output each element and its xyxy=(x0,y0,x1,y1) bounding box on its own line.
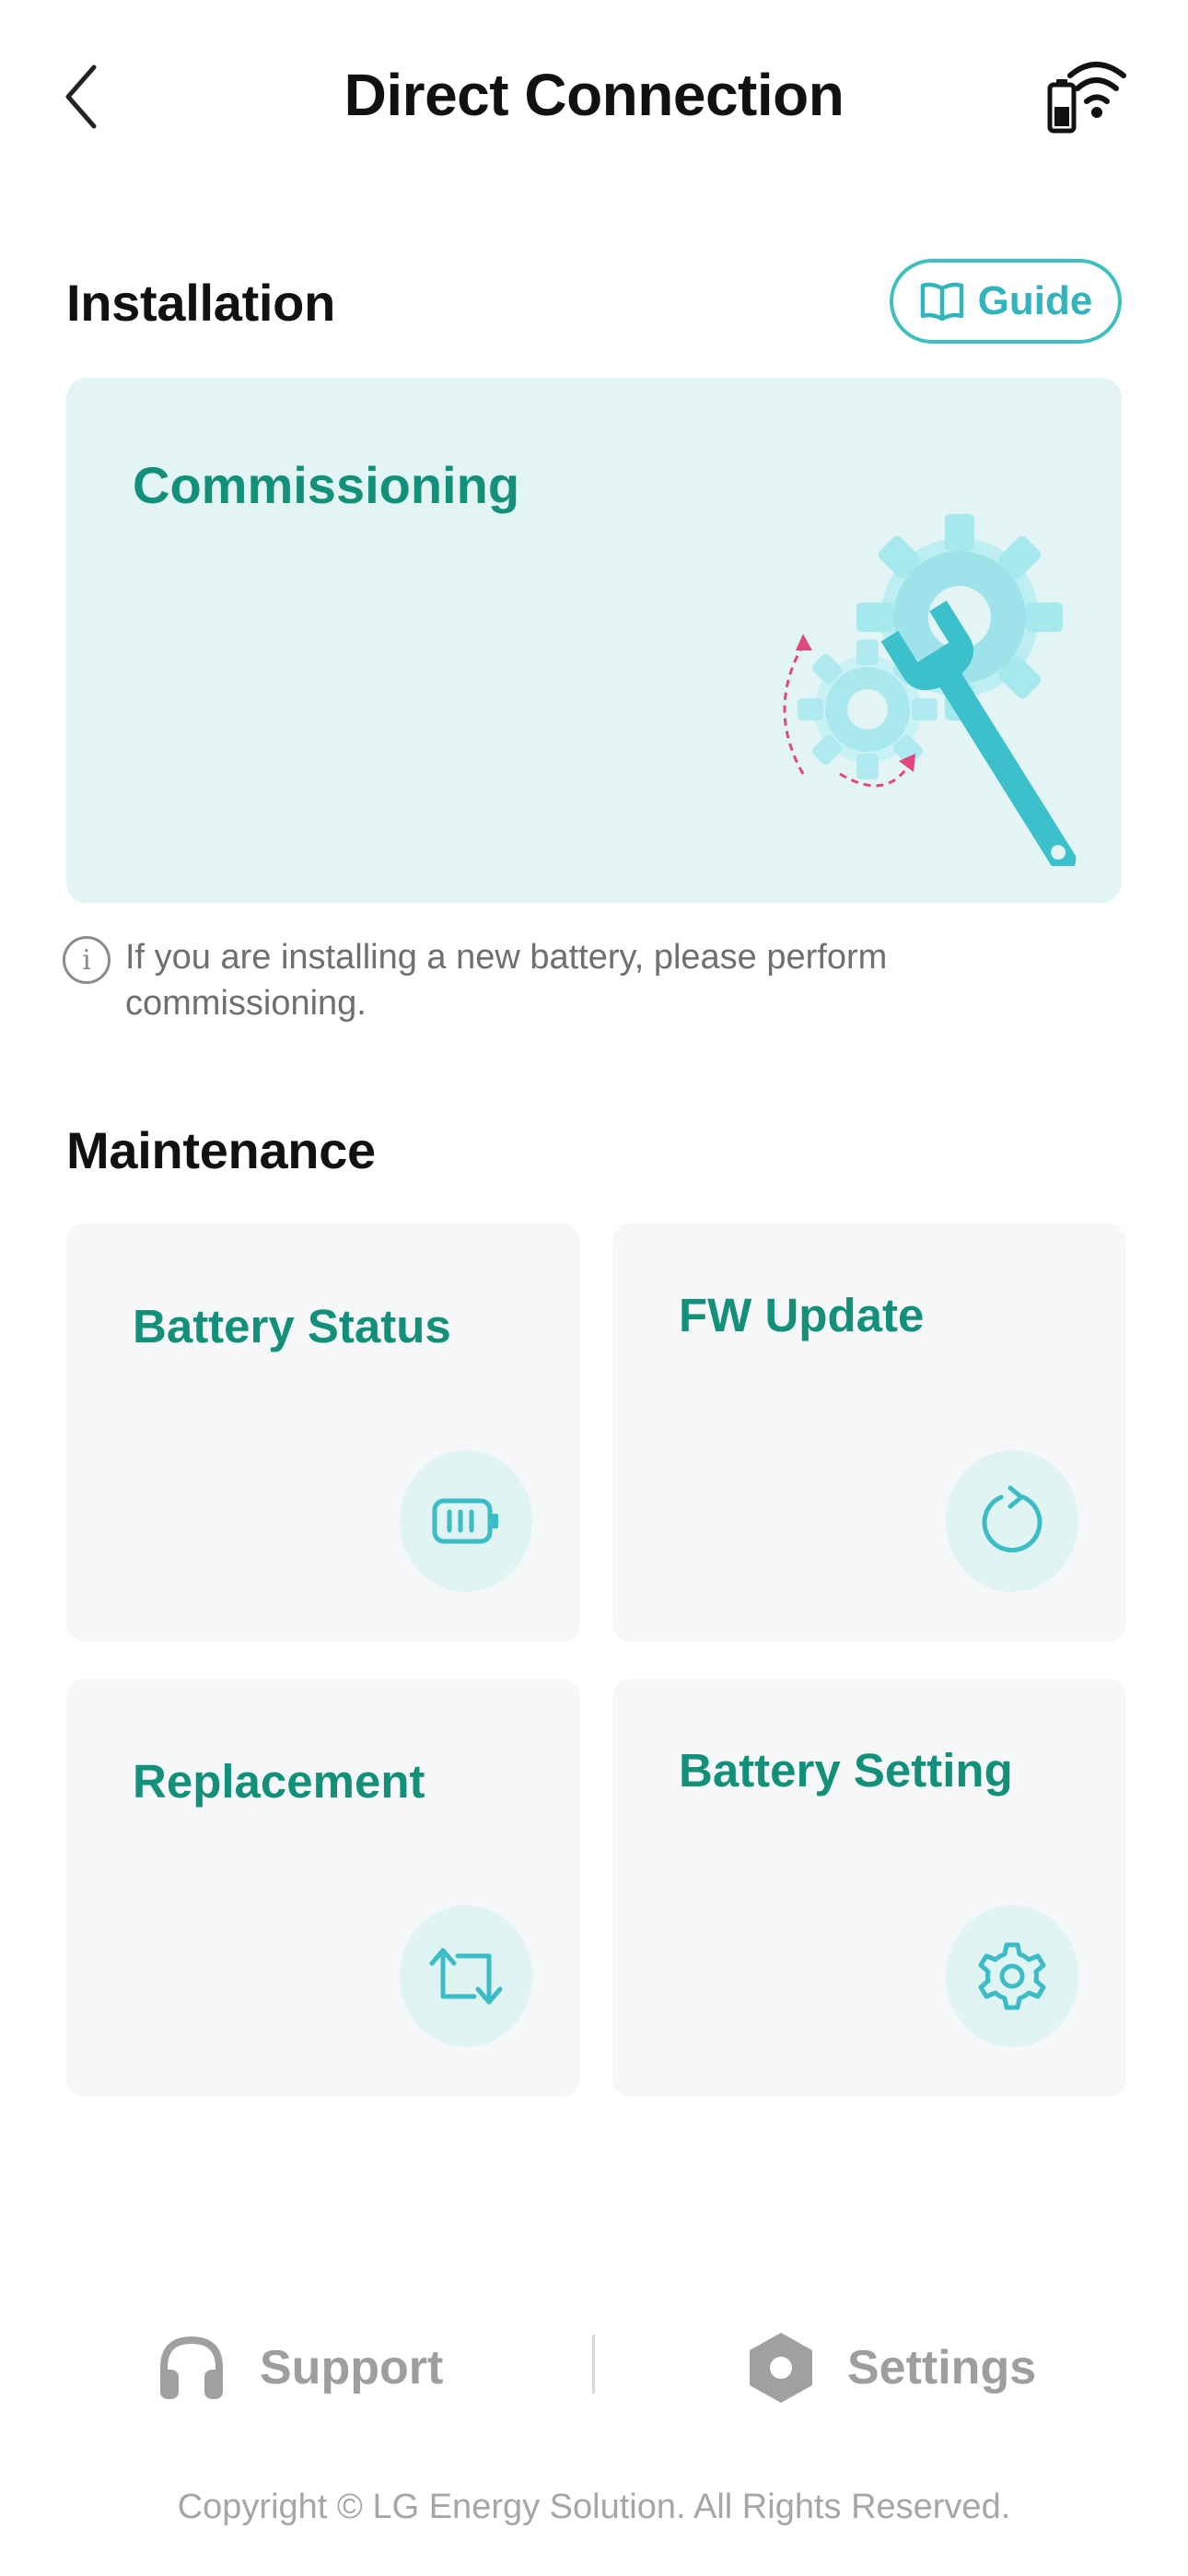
replacement-card[interactable]: Replacement xyxy=(66,1679,580,2097)
commissioning-title: Commissioning xyxy=(133,456,520,514)
commissioning-card[interactable]: Commissioning xyxy=(66,378,1122,903)
info-icon: i xyxy=(63,936,111,984)
info-text: If you are installing a new battery, ple… xyxy=(125,938,888,1023)
fw-update-card[interactable]: FW Update xyxy=(612,1224,1126,1642)
maintenance-section-title: Maintenance xyxy=(66,1121,376,1179)
gears-wrench-illustration xyxy=(783,514,1077,866)
battery-setting-card[interactable]: Battery Setting xyxy=(612,1679,1126,2097)
book-icon xyxy=(920,282,963,322)
battery-icon xyxy=(400,1450,532,1592)
refresh-icon xyxy=(946,1450,1078,1592)
battery-status-card[interactable]: Battery Status xyxy=(66,1224,580,1642)
guide-button[interactable]: Guide xyxy=(890,259,1122,344)
gear-icon xyxy=(946,1905,1078,2047)
card-title: FW Update xyxy=(679,1289,925,1341)
footer-divider xyxy=(592,2335,595,2394)
hexagon-settings-icon xyxy=(750,2333,812,2403)
card-title: Replacement xyxy=(133,1755,425,1808)
commissioning-info: i If you are installing a new battery, p… xyxy=(63,934,1076,1026)
connection-status-button[interactable] xyxy=(1039,55,1131,138)
settings-label: Settings xyxy=(847,2341,1037,2395)
app-header: Direct Connection xyxy=(0,0,1188,193)
support-label: Support xyxy=(260,2341,444,2395)
guide-label: Guide xyxy=(977,278,1093,323)
headphones-icon xyxy=(160,2336,223,2399)
installation-section-title: Installation xyxy=(66,274,335,332)
card-title: Battery Setting xyxy=(679,1744,1013,1797)
support-button[interactable]: Support xyxy=(157,2322,443,2414)
page-title: Direct Connection xyxy=(344,62,844,128)
copyright-text: Copyright © LG Energy Solution. All Righ… xyxy=(177,2488,1011,2526)
battery-wifi-icon xyxy=(1047,62,1126,134)
swap-arrows-icon xyxy=(400,1905,532,2047)
settings-button[interactable]: Settings xyxy=(748,2322,1036,2414)
card-title: Battery Status xyxy=(133,1300,451,1352)
